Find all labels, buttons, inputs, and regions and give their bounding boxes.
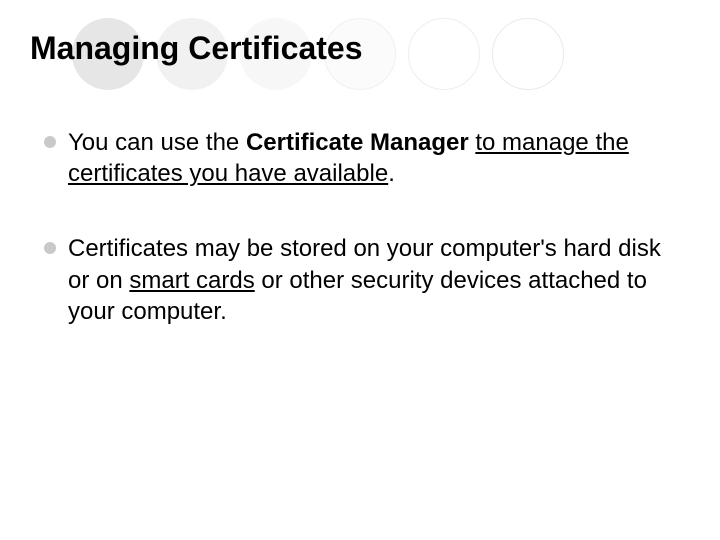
bullet-list: You can use the Certificate Manager to m…: [30, 127, 682, 327]
text-underline: smart cards: [129, 267, 254, 294]
text-run: You can use the: [68, 129, 246, 156]
slide-title: Managing Certificates: [30, 30, 682, 67]
text-bold: Certificate Manager: [246, 129, 469, 156]
text-run: .: [388, 160, 395, 187]
list-item: Certificates may be stored on your compu…: [54, 233, 682, 327]
list-item: You can use the Certificate Manager to m…: [54, 127, 682, 189]
slide-content: Managing Certificates You can use the Ce…: [0, 0, 720, 327]
bullet-icon: [44, 136, 56, 148]
bullet-icon: [44, 242, 56, 254]
